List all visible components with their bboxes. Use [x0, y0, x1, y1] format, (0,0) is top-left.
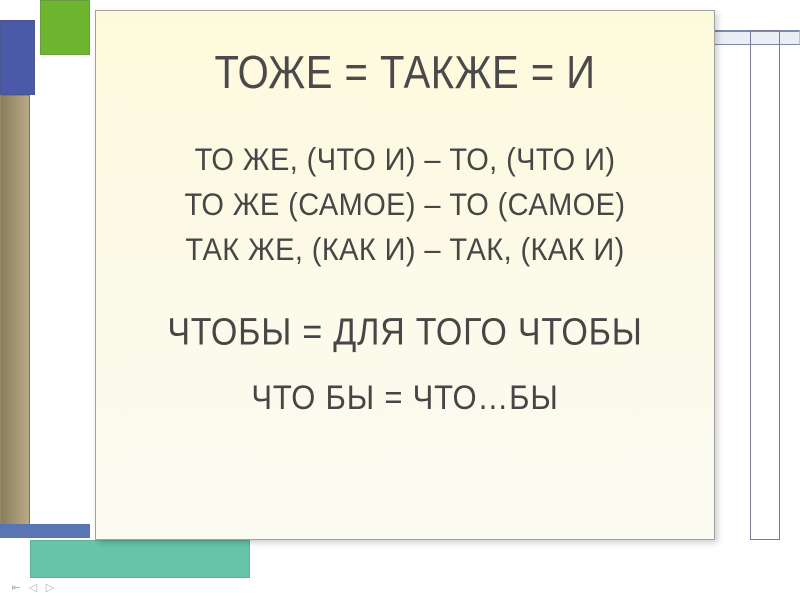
slide-title: ТОЖЕ = ТАКЖЕ = И: [214, 48, 595, 100]
decor-blue-rect: [0, 20, 35, 95]
decor-left-brown: [0, 95, 30, 525]
subtitle: ЧТОБЫ = ДЛЯ ТОГО ЧТОБЫ: [167, 310, 642, 354]
rule-line-3: ТАК ЖЕ, (КАК И) – ТАК, (КАК И): [185, 226, 626, 275]
first-slide-icon[interactable]: ⇤: [8, 579, 24, 595]
rule-line-2: ТО ЖЕ (САМОЕ) – ТО (САМОЕ): [185, 181, 626, 230]
rules-block: ТО ЖЕ, (ЧТО И) – ТО, (ЧТО И) ТО ЖЕ (САМО…: [185, 138, 626, 273]
rule-line-1: ТО ЖЕ, (ЧТО И) – ТО, (ЧТО И): [185, 136, 626, 185]
main-content-card: ТОЖЕ = ТАКЖЕ = И ТО ЖЕ, (ЧТО И) – ТО, (Ч…: [95, 10, 715, 540]
prev-slide-icon[interactable]: ◁: [25, 579, 41, 595]
decor-green-square: [40, 0, 90, 55]
decor-bottom-blue: [0, 524, 90, 538]
decor-right-frame: [750, 30, 780, 540]
bottom-rule: ЧТО БЫ = ЧТО…БЫ: [251, 378, 558, 418]
decor-bottom-teal: [30, 540, 250, 578]
next-slide-icon[interactable]: ▷: [42, 579, 58, 595]
navigation-controls: ⇤ ◁ ▷: [8, 579, 58, 595]
